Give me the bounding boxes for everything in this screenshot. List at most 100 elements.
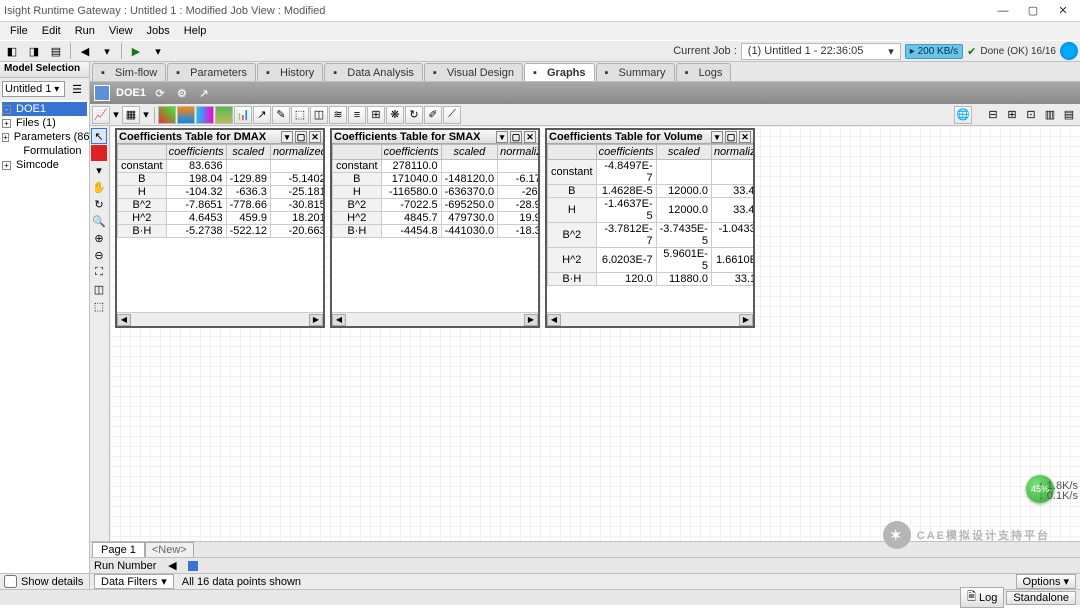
vtool-bottom[interactable]: ⬚ bbox=[91, 298, 107, 314]
panel-max[interactable]: ▢ bbox=[510, 131, 522, 143]
job-selector[interactable]: (1) Untitled 1 - 22:36:05▾ bbox=[741, 43, 901, 60]
graph-btn-6[interactable]: ↗ bbox=[253, 106, 271, 124]
pointer-tool[interactable]: ↖ bbox=[91, 128, 107, 144]
scroll-right[interactable]: ▶ bbox=[739, 314, 753, 326]
standalone-button[interactable]: Standalone bbox=[1006, 591, 1076, 605]
zoom-tool[interactable]: 🔍 bbox=[91, 213, 107, 229]
run-button[interactable]: ▶ bbox=[126, 42, 146, 60]
zoom-in-tool[interactable]: ⊕ bbox=[91, 230, 107, 246]
rotate-tool[interactable]: ↻ bbox=[91, 196, 107, 212]
minimize-button[interactable]: — bbox=[988, 1, 1018, 21]
run-dropdown[interactable]: ▾ bbox=[148, 42, 168, 60]
tab-sim-flow[interactable]: ▪Sim-flow bbox=[92, 63, 166, 81]
panel-max[interactable]: ▢ bbox=[295, 131, 307, 143]
align-5[interactable]: ▤ bbox=[1060, 106, 1078, 124]
page-1-tab[interactable]: Page 1 bbox=[92, 542, 145, 557]
tree-item[interactable]: Formulation bbox=[2, 144, 87, 158]
graph-btn-3[interactable] bbox=[196, 106, 214, 124]
align-4[interactable]: ▥ bbox=[1041, 106, 1059, 124]
run-slider[interactable] bbox=[188, 561, 198, 571]
data-filters-button[interactable]: Data Filters ▾ bbox=[94, 574, 174, 589]
graph-btn-2[interactable] bbox=[177, 106, 195, 124]
panel-minimize[interactable]: ▾ bbox=[711, 131, 723, 143]
menu-help[interactable]: Help bbox=[178, 24, 213, 38]
history-dropdown[interactable]: ▾ bbox=[97, 42, 117, 60]
show-details-checkbox[interactable] bbox=[4, 575, 17, 588]
coefficients-panel[interactable]: Coefficients Table for DMAX▾▢✕coefficien… bbox=[115, 128, 325, 328]
tab-history[interactable]: ▪History bbox=[257, 63, 323, 81]
panel-close[interactable]: ✕ bbox=[309, 131, 321, 143]
options-button[interactable]: Options ▾ bbox=[1016, 574, 1076, 589]
graph-btn-14[interactable]: ↻ bbox=[405, 106, 423, 124]
graph-btn-9[interactable]: ◫ bbox=[310, 106, 328, 124]
tree-item[interactable]: - DOE1 bbox=[2, 102, 87, 116]
graphtype-dd[interactable]: ▾ bbox=[111, 108, 121, 121]
log-button[interactable]: 🗎 Log bbox=[960, 587, 1004, 608]
doe-tool-1[interactable]: ⟳ bbox=[152, 85, 168, 101]
menu-jobs[interactable]: Jobs bbox=[141, 24, 176, 38]
tree-item[interactable]: + Simcode bbox=[2, 158, 87, 172]
graph-btn-4[interactable] bbox=[215, 106, 233, 124]
graph-canvas[interactable]: Coefficients Table for DMAX▾▢✕coefficien… bbox=[110, 126, 1080, 541]
panel-close[interactable]: ✕ bbox=[739, 131, 751, 143]
scroll-right[interactable]: ▶ bbox=[309, 314, 323, 326]
graph-btn-5[interactable]: 📊 bbox=[234, 106, 252, 124]
toolbar-button-1[interactable]: ◧ bbox=[2, 42, 22, 60]
toolbar-button-3[interactable]: ▤ bbox=[46, 42, 66, 60]
model-combo[interactable]: Untitled 1 ▾ bbox=[2, 81, 65, 97]
graph-btn-15[interactable]: ✐ bbox=[424, 106, 442, 124]
doe-tool-2[interactable]: ⚙ bbox=[174, 85, 190, 101]
back-button[interactable]: ◀ bbox=[75, 42, 95, 60]
layout-button[interactable]: ▦ bbox=[122, 106, 140, 124]
graph-btn-12[interactable]: ⊞ bbox=[367, 106, 385, 124]
tree-item[interactable]: + Files (1) bbox=[2, 116, 87, 130]
toolbar-button-2[interactable]: ◨ bbox=[24, 42, 44, 60]
tab-data-analysis[interactable]: ▪Data Analysis bbox=[324, 63, 423, 81]
graph-btn-16[interactable]: ⟋ bbox=[443, 106, 461, 124]
close-button[interactable]: ✕ bbox=[1048, 1, 1078, 21]
graph-btn-7[interactable]: ✎ bbox=[272, 106, 290, 124]
tab-graphs[interactable]: ▪Graphs bbox=[524, 63, 595, 81]
menu-file[interactable]: File bbox=[4, 24, 34, 38]
tree-item[interactable]: + Parameters (86) bbox=[2, 130, 87, 144]
model-tree[interactable]: - DOE1 + Files (1) + Parameters (86) For… bbox=[0, 100, 89, 573]
panel-close[interactable]: ✕ bbox=[524, 131, 536, 143]
menu-edit[interactable]: Edit bbox=[36, 24, 67, 38]
layout-dd[interactable]: ▾ bbox=[141, 108, 151, 121]
zoom-out-tool[interactable]: ⊖ bbox=[91, 247, 107, 263]
scroll-right[interactable]: ▶ bbox=[524, 314, 538, 326]
align-2[interactable]: ⊞ bbox=[1003, 106, 1021, 124]
view-globe-button[interactable]: 🌐 bbox=[954, 106, 972, 124]
graph-btn-8[interactable]: ⬚ bbox=[291, 106, 309, 124]
panel-minimize[interactable]: ▾ bbox=[281, 131, 293, 143]
red-tool[interactable] bbox=[91, 145, 107, 161]
pan-tool[interactable]: ✋ bbox=[91, 179, 107, 195]
fit-tool[interactable]: ⛶ bbox=[91, 264, 107, 280]
graph-btn-1[interactable] bbox=[158, 106, 176, 124]
doe-tool-3[interactable]: ↗ bbox=[196, 85, 212, 101]
tab-summary[interactable]: ▪Summary bbox=[596, 63, 675, 81]
vtool-dd[interactable]: ▾ bbox=[91, 162, 107, 178]
align-3[interactable]: ⊡ bbox=[1022, 106, 1040, 124]
coefficients-panel[interactable]: Coefficients Table for Volume▾▢✕coeffici… bbox=[545, 128, 755, 328]
tab-visual-design[interactable]: ▪Visual Design bbox=[424, 63, 523, 81]
graph-btn-10[interactable]: ≋ bbox=[329, 106, 347, 124]
scroll-left[interactable]: ◀ bbox=[117, 314, 131, 326]
tab-parameters[interactable]: ▪Parameters bbox=[167, 63, 256, 81]
run-prev[interactable]: ◀ bbox=[162, 557, 182, 575]
maximize-button[interactable]: ▢ bbox=[1018, 1, 1048, 21]
coefficients-panel[interactable]: Coefficients Table for SMAX▾▢✕coefficien… bbox=[330, 128, 540, 328]
graph-btn-13[interactable]: ❋ bbox=[386, 106, 404, 124]
align-1[interactable]: ⊟ bbox=[984, 106, 1002, 124]
scroll-left[interactable]: ◀ bbox=[332, 314, 346, 326]
graph-btn-11[interactable]: ≡ bbox=[348, 106, 366, 124]
menu-view[interactable]: View bbox=[103, 24, 139, 38]
panel-max[interactable]: ▢ bbox=[725, 131, 737, 143]
model-props-button[interactable]: ☰ bbox=[67, 80, 87, 98]
panel-minimize[interactable]: ▾ bbox=[496, 131, 508, 143]
graphtype-button[interactable]: 📈 bbox=[92, 106, 110, 124]
select-tool[interactable]: ◫ bbox=[91, 281, 107, 297]
menu-run[interactable]: Run bbox=[69, 24, 101, 38]
new-page-tab[interactable]: <New> bbox=[145, 542, 194, 558]
scroll-left[interactable]: ◀ bbox=[547, 314, 561, 326]
